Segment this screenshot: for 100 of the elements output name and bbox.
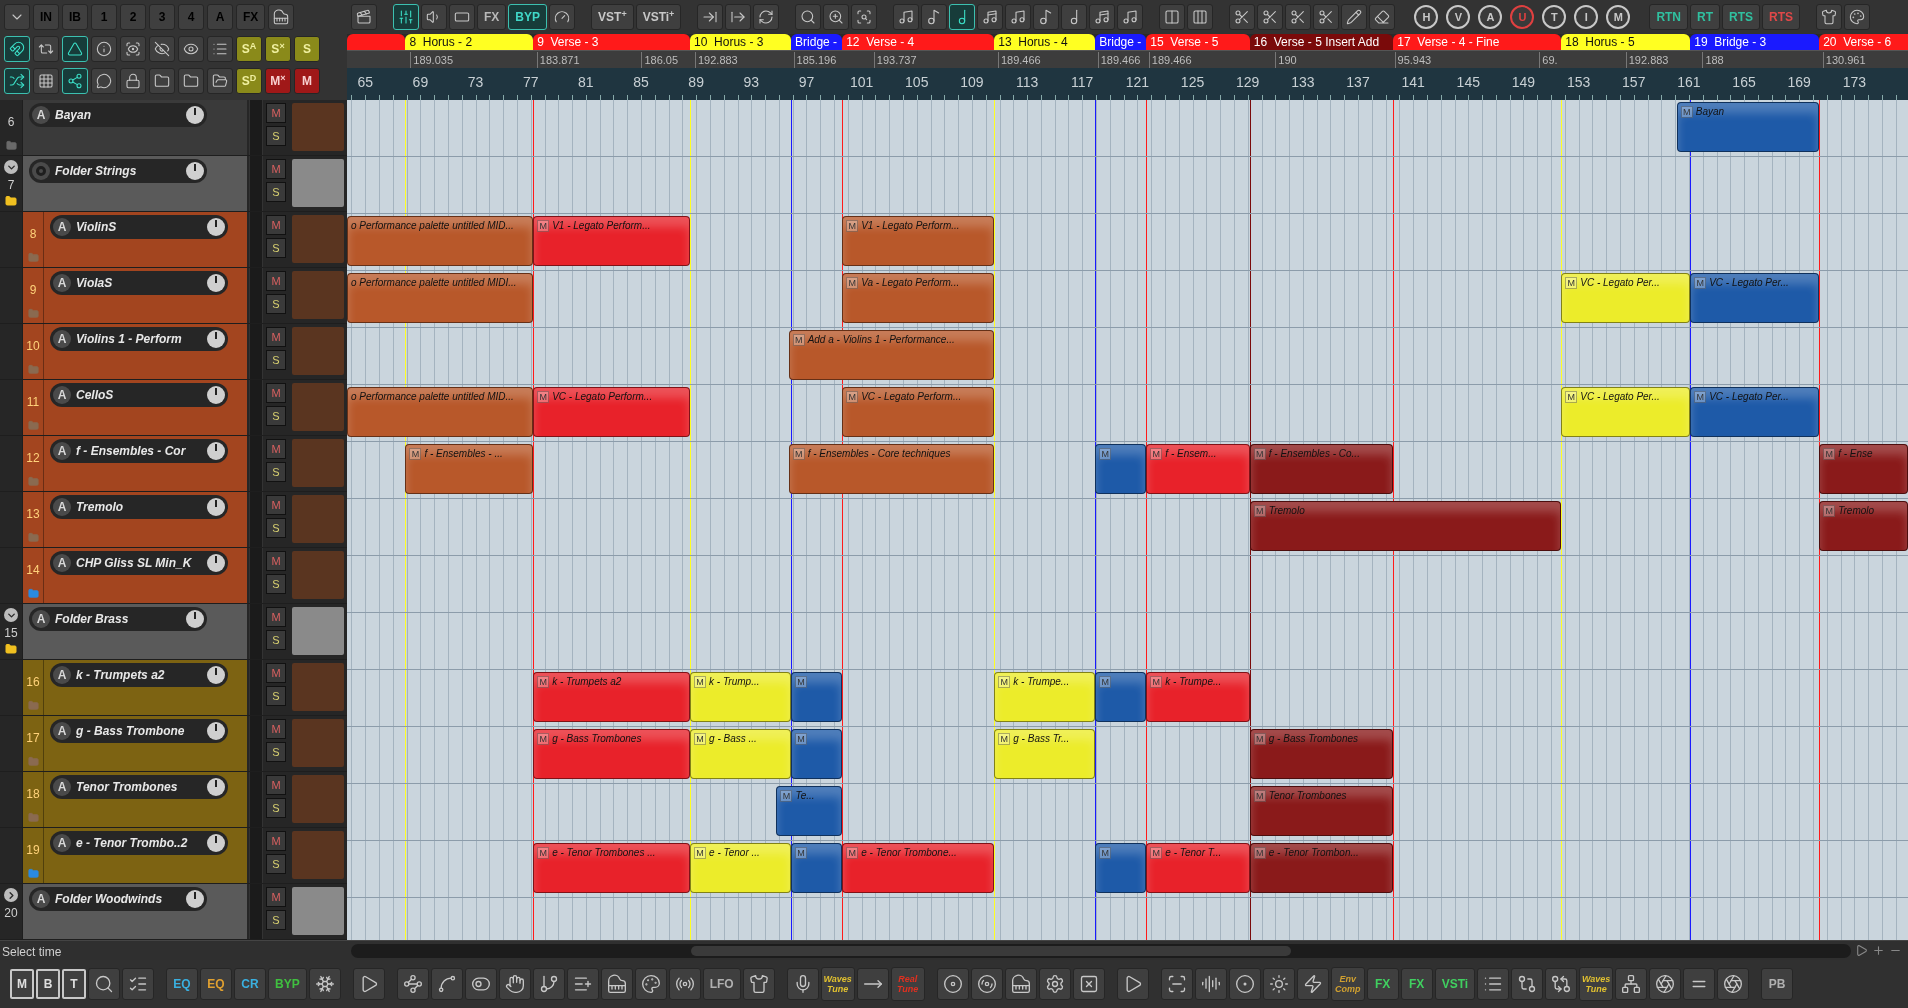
track-name-field[interactable]: A Folder Brass — [29, 607, 207, 631]
marker-label[interactable]: Bridge - — [1095, 34, 1147, 50]
info-button[interactable] — [91, 36, 117, 62]
toolbar-button[interactable]: CR — [234, 968, 266, 1000]
zoom-button[interactable]: T — [1542, 5, 1567, 29]
midi-clip[interactable]: M — [791, 843, 843, 893]
columns-button[interactable] — [1187, 4, 1214, 30]
zoom-button[interactable]: H — [1414, 5, 1439, 29]
mute-button[interactable]: M — [266, 439, 286, 459]
clip-mute-button[interactable]: M — [1823, 505, 1836, 517]
hand-button[interactable] — [498, 968, 531, 1000]
zoom-button[interactable]: I — [1574, 5, 1599, 29]
lock-button[interactable] — [120, 68, 146, 94]
solo-button[interactable]: S$^{D}$ — [236, 68, 262, 94]
midi-clip[interactable]: M VC - Legato Per... — [1561, 387, 1691, 437]
folder-button[interactable] — [178, 68, 204, 94]
play-button[interactable] — [352, 968, 385, 1000]
clip-mute-button[interactable]: M — [1150, 676, 1163, 688]
zoom-in-icon[interactable] — [1872, 944, 1885, 957]
loop-button[interactable] — [33, 36, 59, 62]
midi-clip[interactable]: M — [791, 672, 843, 722]
mute-button[interactable]: M — [266, 215, 286, 235]
automation-button[interactable]: A — [53, 442, 71, 460]
midi-clip[interactable]: M f - Ensembles - ... — [405, 444, 534, 494]
clip-mute-button[interactable]: M — [846, 277, 859, 289]
solo-button[interactable]: S — [266, 518, 286, 538]
mute-button[interactable]: M — [294, 68, 320, 94]
midi-clip[interactable]: M — [791, 729, 843, 779]
automation-button[interactable]: A — [53, 778, 71, 796]
volume-knob-icon[interactable] — [207, 498, 225, 516]
clip-mute-button[interactable]: M — [537, 847, 550, 859]
clip-mute-button[interactable]: M — [998, 676, 1011, 688]
midi-clip[interactable]: M VC - Legato Per... — [1690, 387, 1820, 437]
sliders-button[interactable] — [393, 4, 419, 30]
shirt-button[interactable] — [1816, 4, 1843, 30]
clip-mute-button[interactable]: M — [537, 220, 550, 232]
solo-button[interactable]: S — [266, 238, 286, 258]
zoom-button[interactable]: A — [1478, 5, 1503, 29]
midi-clip[interactable]: M — [1095, 843, 1147, 893]
compare-arrows-button[interactable] — [1545, 968, 1578, 1000]
track-name-field[interactable]: A CHP Gliss SL Min_K — [50, 551, 228, 575]
eye-button[interactable] — [178, 36, 204, 62]
midi-clip[interactable]: M k - Trumpe... — [1146, 672, 1250, 722]
speech-bubble-button[interactable] — [91, 68, 117, 94]
antenna-button[interactable] — [668, 968, 701, 1000]
toggle-button[interactable] — [464, 968, 497, 1000]
toolbar-button[interactable]: VST$^{+}$ — [591, 4, 634, 30]
speaker-button[interactable] — [421, 4, 447, 30]
clip-mute-button[interactable]: M — [1253, 847, 1266, 859]
aperture-button[interactable] — [1649, 968, 1682, 1000]
track-header[interactable]: A Bayan — [22, 100, 247, 155]
clip-mute-button[interactable]: M — [1253, 448, 1266, 460]
aperture-button[interactable] — [1717, 968, 1750, 1000]
clip-mute-button[interactable]: M — [1823, 448, 1836, 460]
automation-button[interactable]: A — [53, 330, 71, 348]
solo-button[interactable]: S — [266, 406, 286, 426]
mute-button[interactable]: M — [266, 103, 286, 123]
solo-button[interactable]: S — [294, 36, 320, 62]
search-button[interactable] — [88, 968, 120, 1000]
automation-button[interactable]: A — [53, 666, 71, 684]
clip-mute-button[interactable]: M — [795, 847, 808, 859]
arrow-from-line-button[interactable] — [725, 4, 752, 30]
toolbar-button[interactable]: EQ — [166, 968, 198, 1000]
clip-mute-button[interactable]: M — [694, 676, 707, 688]
microphone-button[interactable] — [786, 968, 819, 1000]
document-button[interactable]: B — [36, 969, 60, 999]
zoom-in-button[interactable] — [823, 4, 850, 30]
midi-clip[interactable]: M V1 - Legato Perform... — [842, 216, 995, 266]
eraser-button[interactable] — [1369, 4, 1396, 30]
midi-clip[interactable]: M e - Tenor Trombon... — [1249, 843, 1394, 893]
gear-button[interactable] — [1038, 968, 1071, 1000]
mute-button[interactable]: M$^{×}$ — [265, 68, 291, 94]
midi-clip[interactable]: M f - Ense — [1819, 444, 1908, 494]
marker-label[interactable]: 12 Verse - 4 — [842, 34, 995, 50]
track-name-field[interactable]: A f - Ensembles - Cor — [50, 439, 228, 463]
automation-button[interactable]: A — [53, 274, 71, 292]
clapperboard-button[interactable] — [351, 4, 377, 30]
clip-mute-button[interactable]: M — [1565, 391, 1578, 403]
solo-button[interactable]: S — [266, 182, 286, 202]
branch-button[interactable] — [532, 968, 565, 1000]
track-header[interactable]: 14 A CHP Gliss SL Min_K — [22, 548, 247, 603]
plugin-button[interactable]: Waves Tune — [1579, 967, 1614, 1001]
track-name-field[interactable]: A k - Trumpets a2 — [50, 663, 228, 687]
lines-button[interactable] — [1683, 968, 1716, 1000]
marker-label[interactable]: 20 Verse - 6 — [1819, 34, 1908, 50]
track-header[interactable]: 11 A CelloS — [22, 380, 247, 435]
midi-clip[interactable]: M VC - Legato Per... — [1690, 273, 1820, 323]
clip-mute-button[interactable]: M — [537, 391, 550, 403]
folder-button[interactable] — [149, 68, 175, 94]
midi-clip[interactable]: M e - Tenor Trombone... — [842, 843, 995, 893]
zoom-button[interactable]: U — [1510, 5, 1535, 29]
midi-clip[interactable]: M Add a - Violins 1 - Performance... — [788, 330, 995, 380]
marker-label[interactable] — [347, 34, 406, 50]
midi-clip[interactable]: o Performance palette untitled MID... — [347, 216, 534, 266]
clip-mute-button[interactable]: M — [409, 448, 422, 460]
midi-clip[interactable]: M Tremolo — [1819, 501, 1908, 551]
volume-knob-icon[interactable] — [186, 890, 204, 908]
midi-clip[interactable]: M g - Bass ... — [690, 729, 792, 779]
scissors-button[interactable] — [1285, 4, 1312, 30]
volume-knob-icon[interactable] — [207, 218, 225, 236]
